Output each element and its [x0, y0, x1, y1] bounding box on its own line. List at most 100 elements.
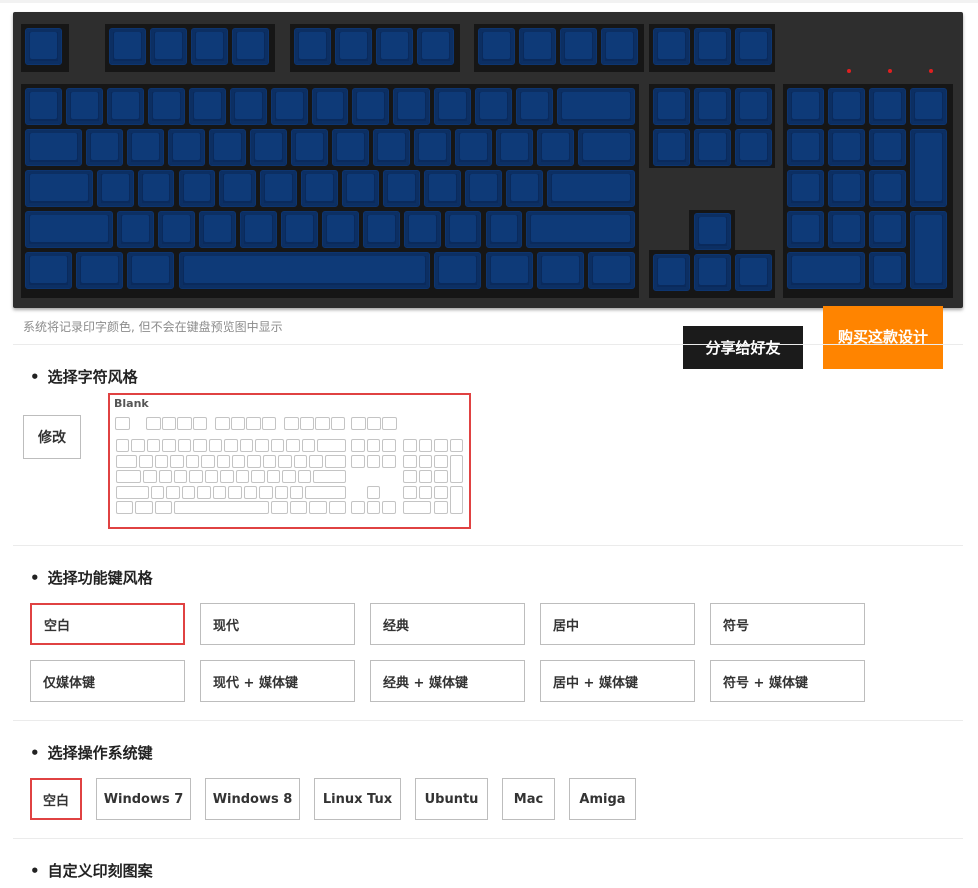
section-divider: [13, 344, 963, 345]
mini-keycap: [434, 501, 448, 514]
fn-option-symbol[interactable]: 符号: [710, 603, 865, 645]
os-option-blank[interactable]: 空白: [30, 778, 82, 820]
keycap: [653, 28, 690, 65]
mini-keycap: [201, 454, 215, 468]
keycap: [653, 254, 690, 291]
mini-keycap: [230, 417, 245, 430]
mini-keycap: [382, 439, 396, 452]
keycap: [560, 28, 597, 65]
mini-keycap: [434, 470, 448, 483]
mini-keycap: [189, 470, 203, 483]
mini-keycap: [146, 417, 161, 430]
indicator-led: [847, 69, 851, 73]
keycap: [250, 129, 288, 166]
mini-keycap: [215, 417, 230, 430]
mini-keycap: [351, 417, 366, 430]
keycap: [178, 170, 216, 207]
fn-option-modern-media[interactable]: 现代 + 媒体键: [200, 660, 355, 702]
char-style-preview[interactable]: Blank: [108, 393, 471, 529]
mini-keycap: [313, 470, 346, 483]
char-style-title: 选择字符风格: [47, 368, 138, 386]
keycap: [147, 88, 185, 125]
buy-button[interactable]: 购买这款设计: [823, 306, 943, 369]
os-option-windows7[interactable]: Windows 7: [96, 778, 191, 820]
keycap: [311, 88, 349, 125]
mini-keycap: [143, 470, 157, 483]
keycap: [188, 88, 226, 125]
os-option-amiga[interactable]: Amiga: [569, 778, 636, 820]
mini-keycap: [192, 417, 207, 430]
mini-keycap: [259, 485, 273, 499]
keycap: [465, 170, 502, 207]
os-key-title: 选择操作系统键: [47, 744, 153, 762]
mini-keycap: [174, 470, 188, 483]
keycap: [869, 170, 906, 207]
keycap: [332, 129, 369, 166]
keycap: [191, 28, 228, 65]
mini-keycap: [403, 454, 417, 468]
keycap: [735, 129, 772, 166]
keyboard-preview: [13, 12, 963, 308]
keycap: [653, 88, 690, 125]
top-border: [0, 0, 978, 3]
keycap: [229, 88, 267, 125]
os-option-mac[interactable]: Mac: [502, 778, 555, 820]
keycap: [209, 129, 247, 166]
keycap: [117, 211, 155, 248]
share-button[interactable]: 分享给好友: [683, 326, 803, 369]
keycap: [25, 211, 114, 248]
mini-keycap: [309, 501, 327, 514]
keycap: [478, 28, 515, 65]
mini-keycap: [351, 454, 365, 468]
keycap: [86, 129, 124, 166]
fn-option-classic[interactable]: 经典: [370, 603, 525, 645]
mini-keycap: [418, 470, 432, 483]
section-divider: [13, 545, 963, 546]
fn-option-centered[interactable]: 居中: [540, 603, 695, 645]
keycap: [434, 88, 472, 125]
char-style-heading: • 选择字符风格: [30, 366, 138, 387]
mini-keycap: [243, 485, 258, 499]
fn-option-modern[interactable]: 现代: [200, 603, 355, 645]
fn-option-media-only[interactable]: 仅媒体键: [30, 660, 185, 702]
bullet-icon: •: [30, 744, 40, 762]
mini-keycap: [317, 439, 346, 452]
fn-option-classic-media[interactable]: 经典 + 媒体键: [370, 660, 525, 702]
keycap: [301, 170, 339, 207]
keycap: [869, 211, 906, 248]
os-option-windows8[interactable]: Windows 8: [205, 778, 300, 820]
modify-button[interactable]: 修改: [23, 415, 81, 459]
mini-keycap: [115, 417, 130, 430]
os-option-ubuntu[interactable]: Ubuntu: [415, 778, 488, 820]
mini-keycap: [116, 485, 149, 499]
mini-keycap: [366, 485, 380, 499]
keycap: [787, 170, 824, 207]
fn-option-centered-media[interactable]: 居中 + 媒体键: [540, 660, 695, 702]
mini-keycap: [403, 485, 417, 499]
keycap: [587, 252, 635, 289]
fn-option-blank[interactable]: 空白: [30, 603, 185, 645]
keycap: [342, 170, 380, 207]
keycap: [232, 28, 269, 65]
keycap: [444, 211, 482, 248]
mini-keycap: [290, 485, 304, 499]
keycap: [735, 254, 772, 291]
keycap: [76, 252, 124, 289]
keycap: [787, 211, 824, 248]
keycap: [694, 254, 731, 291]
os-option-linux-tux[interactable]: Linux Tux: [314, 778, 401, 820]
fn-option-symbol-media[interactable]: 符号 + 媒体键: [710, 660, 865, 702]
keycap: [526, 211, 635, 248]
keycap: [694, 28, 731, 65]
keycap: [352, 88, 390, 125]
mini-keycap: [418, 485, 432, 499]
mini-keycap: [193, 439, 207, 452]
mini-keycap: [135, 501, 153, 514]
function-key-heading: • 选择功能键风格: [30, 567, 153, 588]
mini-keycap: [270, 439, 285, 452]
keycap: [485, 211, 523, 248]
keycap: [694, 129, 731, 166]
mini-keycap: [177, 417, 192, 430]
keycap: [294, 28, 331, 65]
keycap: [828, 88, 865, 125]
